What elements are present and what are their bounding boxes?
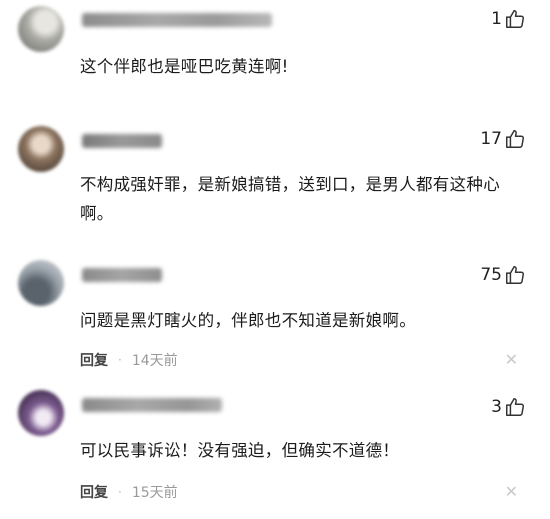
thumbs-up-icon bbox=[504, 396, 526, 418]
username[interactable] bbox=[82, 268, 162, 282]
like-count: 3 bbox=[491, 397, 502, 417]
like-count: 17 bbox=[480, 129, 502, 149]
avatar[interactable] bbox=[18, 260, 64, 306]
username[interactable] bbox=[82, 134, 162, 148]
comment-text: 问题是黑灯瞎火的，伴郎也不知道是新娘啊。 bbox=[80, 311, 416, 330]
comment-text: 这个伴郎也是哑巴吃黄连啊! bbox=[80, 57, 289, 76]
comment-meta: 回复 · 15天前 bbox=[80, 482, 178, 502]
separator-dot: · bbox=[118, 353, 122, 367]
thumbs-up-icon bbox=[504, 128, 526, 150]
close-icon[interactable]: ✕ bbox=[505, 350, 518, 369]
timestamp: 15天前 bbox=[131, 485, 178, 501]
thumbs-up-icon bbox=[504, 264, 526, 286]
close-icon[interactable]: ✕ bbox=[505, 482, 518, 501]
avatar[interactable] bbox=[18, 6, 64, 52]
like-count: 75 bbox=[480, 265, 502, 285]
comment-text: 不构成强奸罪，是新娘搞错，送到口，是男人都有这种心啊。 bbox=[80, 175, 500, 223]
avatar[interactable] bbox=[18, 126, 64, 172]
separator-dot: · bbox=[118, 485, 122, 499]
username[interactable] bbox=[82, 13, 272, 27]
timestamp: 14天前 bbox=[131, 353, 178, 369]
reply-button[interactable]: 回复 bbox=[80, 482, 108, 502]
avatar[interactable] bbox=[18, 390, 64, 436]
like-button[interactable]: 17 bbox=[480, 128, 526, 150]
comment-meta: 回复 · 14天前 bbox=[80, 350, 178, 370]
username[interactable] bbox=[82, 398, 222, 412]
like-count: 1 bbox=[491, 9, 502, 29]
like-button[interactable]: 3 bbox=[491, 396, 526, 418]
like-button[interactable]: 75 bbox=[480, 264, 526, 286]
reply-button[interactable]: 回复 bbox=[80, 350, 108, 370]
comment-text: 可以民事诉讼！没有强迫，但确实不道德！ bbox=[80, 441, 400, 460]
like-button[interactable]: 1 bbox=[491, 8, 526, 30]
thumbs-up-icon bbox=[504, 8, 526, 30]
